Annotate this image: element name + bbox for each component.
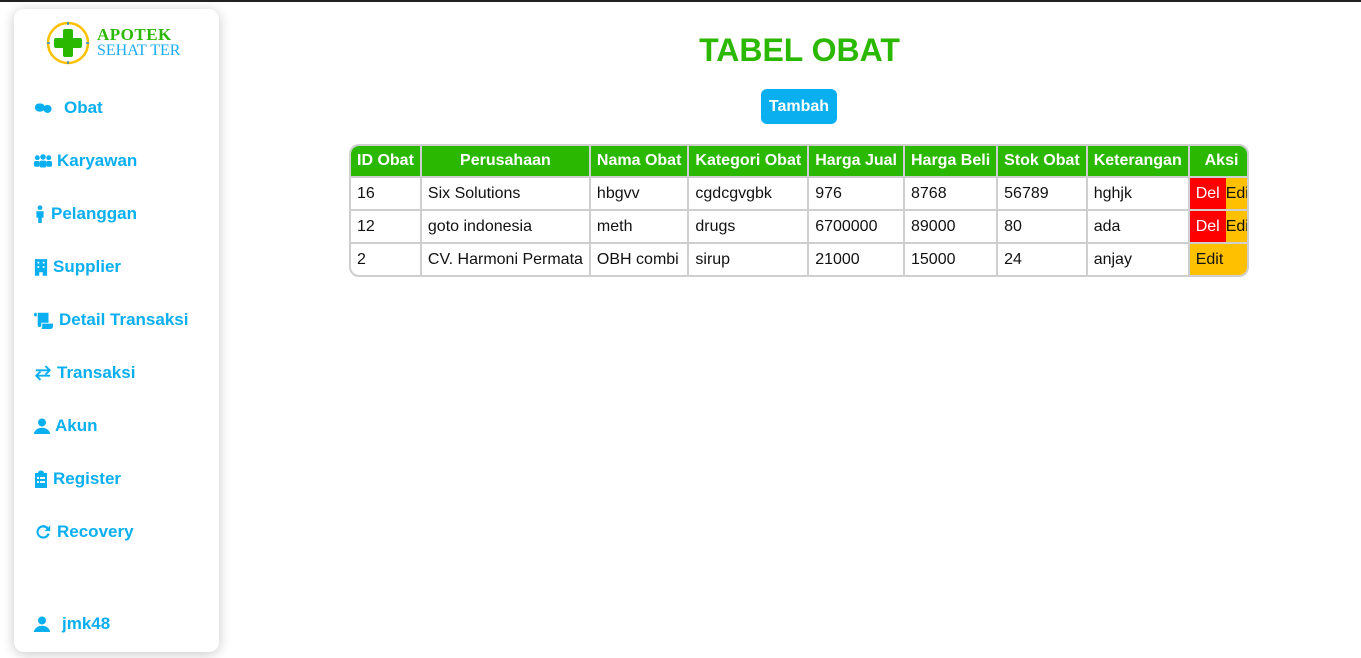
- cell-id: 12: [351, 209, 422, 243]
- table-row: 2 CV. Harmoni Permata OBH combi sirup 21…: [351, 242, 1247, 275]
- col-header: Keterangan: [1086, 146, 1190, 177]
- user-icon: [34, 616, 50, 632]
- edit-button[interactable]: Edit: [1225, 178, 1247, 209]
- cell-nama: hbgvv: [589, 176, 690, 210]
- sidebar-item-label: Pelanggan: [51, 204, 137, 223]
- col-header: Aksi: [1188, 146, 1247, 177]
- cell-perusahaan: Six Solutions: [420, 176, 591, 210]
- sidebar-item-obat[interactable]: Obat: [34, 96, 103, 120]
- user-name: jmk48: [62, 614, 111, 633]
- add-button[interactable]: Tambah: [761, 89, 837, 124]
- sidebar-item-transaksi[interactable]: Transaksi: [34, 361, 135, 385]
- sidebar-item-label: Detail Transaksi: [59, 310, 189, 329]
- sidebar-item-label: Supplier: [53, 257, 122, 276]
- cell-kategori: cgdcgvgbk: [688, 176, 810, 210]
- cell-harga-jual: 6700000: [808, 209, 905, 243]
- sidebar-item-label: Obat: [64, 98, 103, 117]
- obat-table: ID Obat Perusahaan Nama Obat Kategori Ob…: [349, 144, 1249, 277]
- clipboard-icon: [35, 470, 47, 488]
- sidebar-item-label: Register: [53, 469, 122, 488]
- edit-button[interactable]: Edit: [1225, 211, 1247, 242]
- delete-button[interactable]: Del: [1189, 211, 1226, 242]
- sidebar-item-label: Akun: [55, 416, 98, 435]
- page-title: TABEL OBAT: [699, 32, 900, 68]
- cell-nama: OBH combi: [589, 242, 690, 275]
- sidebar-item-detail-transaksi[interactable]: Detail Transaksi: [34, 308, 188, 332]
- sidebar-item-supplier[interactable]: Supplier: [34, 255, 121, 279]
- cell-kategori: drugs: [688, 209, 810, 243]
- sidebar-item-register[interactable]: Register: [34, 467, 121, 491]
- pills-icon: [34, 103, 52, 113]
- sidebar-user[interactable]: jmk48: [34, 612, 110, 636]
- cell-kategori: sirup: [688, 242, 810, 275]
- scroll-icon: [34, 312, 53, 329]
- cell-perusahaan: CV. Harmoni Permata: [420, 242, 591, 275]
- cell-stok: 80: [997, 209, 1088, 243]
- refresh-icon: [36, 525, 51, 539]
- sidebar-item-pelanggan[interactable]: Pelanggan: [34, 202, 137, 226]
- cell-id: 16: [351, 176, 422, 210]
- col-header: Harga Jual: [808, 146, 905, 177]
- col-header: Kategori Obat: [688, 146, 810, 177]
- col-header: Perusahaan: [420, 146, 591, 177]
- cell-aksi: Del Edit: [1188, 209, 1247, 243]
- cell-harga-beli: 8768: [904, 176, 999, 210]
- cell-harga-jual: 976: [808, 176, 905, 210]
- cell-harga-jual: 21000: [808, 242, 905, 275]
- cell-aksi: Edit: [1188, 242, 1247, 275]
- sidebar-item-label: Recovery: [57, 522, 134, 541]
- cell-harga-beli: 89000: [904, 209, 999, 243]
- user-icon: [34, 418, 50, 434]
- cell-aksi: Del Edit: [1188, 176, 1247, 210]
- sidebar: APOTEK SEHAT TER Obat Karyawan Pelanggan…: [14, 9, 219, 652]
- edit-button[interactable]: Edit: [1189, 244, 1247, 275]
- cell-id: 2: [351, 242, 422, 275]
- cell-keterangan: anjay: [1086, 242, 1190, 275]
- cell-perusahaan: goto indonesia: [420, 209, 591, 243]
- table-row: 12 goto indonesia meth drugs 6700000 890…: [351, 209, 1247, 243]
- cell-stok: 24: [997, 242, 1088, 275]
- pharmacy-cross-icon: [46, 21, 90, 65]
- cell-nama: meth: [589, 209, 690, 243]
- delete-button[interactable]: Del: [1189, 178, 1226, 209]
- sidebar-item-recovery[interactable]: Recovery: [34, 520, 134, 544]
- users-icon: [34, 154, 52, 168]
- table-row: 16 Six Solutions hbgvv cgdcgvgbk 976 876…: [351, 176, 1247, 210]
- cell-harga-beli: 15000: [904, 242, 999, 275]
- cell-keterangan: ada: [1086, 209, 1190, 243]
- table-header-row: ID Obat Perusahaan Nama Obat Kategori Ob…: [351, 146, 1247, 177]
- sidebar-item-label: Karyawan: [57, 151, 138, 170]
- brand-line2: SEHAT TER: [97, 42, 181, 59]
- sidebar-item-label: Transaksi: [57, 363, 136, 382]
- cell-stok: 56789: [997, 176, 1088, 210]
- exchange-icon: [34, 365, 52, 381]
- brand-line1: APOTEK: [97, 25, 172, 44]
- cell-keterangan: hghjk: [1086, 176, 1190, 210]
- brand-logo[interactable]: APOTEK SEHAT TER: [46, 21, 180, 65]
- sidebar-item-karyawan[interactable]: Karyawan: [34, 149, 137, 173]
- col-header: Stok Obat: [997, 146, 1088, 177]
- person-icon: [36, 205, 44, 223]
- col-header: Nama Obat: [589, 146, 690, 177]
- col-header: Harga Beli: [904, 146, 999, 177]
- col-header: ID Obat: [351, 146, 422, 177]
- building-icon: [34, 259, 48, 276]
- sidebar-item-akun[interactable]: Akun: [34, 414, 98, 438]
